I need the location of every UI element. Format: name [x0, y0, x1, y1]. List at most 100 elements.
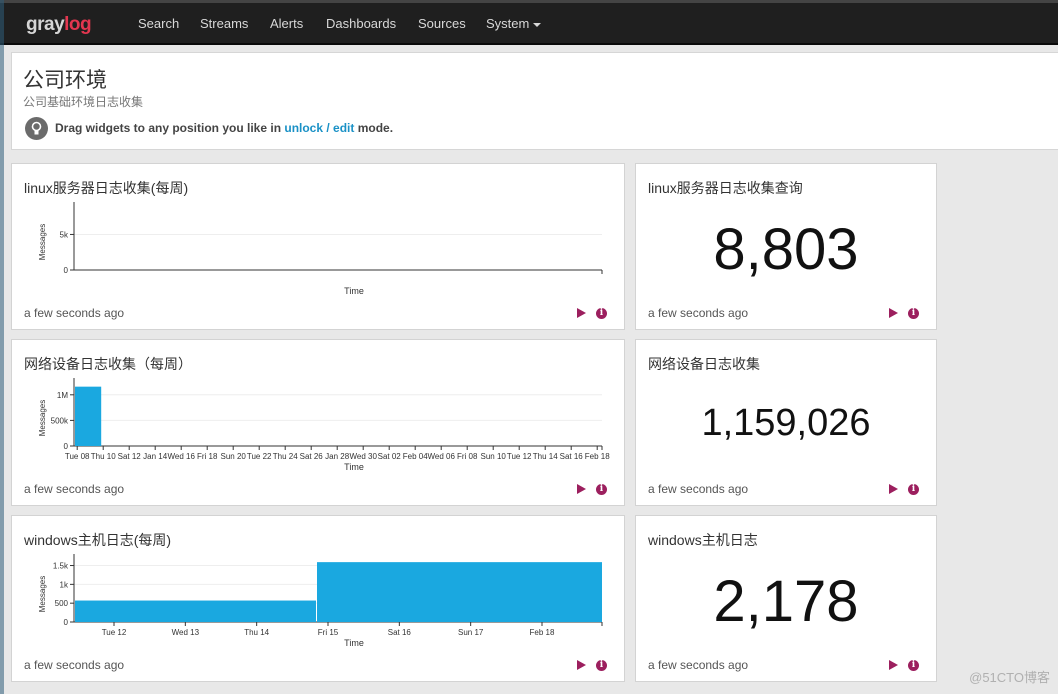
y-tick-label: 1.5k [53, 562, 69, 571]
x-tick-label: Sat 16 [388, 628, 412, 637]
widget-updated-time: a few seconds ago [24, 658, 125, 672]
info-icon[interactable]: i [596, 660, 607, 671]
x-tick-label: Sat 12 [118, 452, 142, 461]
nav-system-label: System [486, 16, 530, 31]
x-tick-label: Feb 18 [530, 628, 555, 637]
nav-system[interactable]: System [486, 16, 542, 31]
x-axis-label: Time [344, 462, 364, 472]
x-tick-label: Wed 30 [349, 452, 377, 461]
widget-updated-time: a few seconds ago [24, 306, 125, 320]
x-tick-label: Sun 10 [481, 452, 507, 461]
info-icon[interactable]: i [908, 308, 919, 319]
widget-network-count[interactable]: 网络设备日志收集 1,159,026 a few seconds ago i [635, 339, 937, 506]
widget-title: linux服务器日志收集(每周) [24, 180, 189, 196]
x-tick-label: Thu 10 [91, 452, 116, 461]
info-icon[interactable]: i [596, 484, 607, 495]
widget-title: 网络设备日志收集 [648, 356, 760, 372]
widget-windows-count[interactable]: windows主机日志 2,178 a few seconds ago i [635, 515, 937, 682]
y-tick-label: 500k [51, 416, 69, 425]
x-tick-label: Tue 22 [247, 452, 272, 461]
play-icon[interactable] [889, 484, 898, 494]
lightbulb-icon [25, 117, 48, 140]
info-icon[interactable]: i [908, 484, 919, 495]
widget-windows-weekly[interactable]: windows主机日志(每周) 0 500 1k 1.5k Time Messages Tu… [11, 515, 625, 682]
count-value: 1,159,026 [701, 402, 871, 444]
caret-down-icon [533, 22, 542, 27]
play-icon[interactable] [889, 660, 898, 670]
widget-title: windows主机日志 [648, 532, 758, 548]
x-axis-label: Time [344, 286, 364, 296]
window-edge [0, 0, 4, 694]
y-tick-label: 500 [55, 599, 69, 608]
histogram-chart: 0500k1MTimeMessagesTue 08 Thu 10 Sat 12 Jan… [38, 378, 610, 472]
x-tick-label: Feb 18 [585, 452, 610, 461]
x-tick-label: Tue 12 [102, 628, 127, 637]
hint-prefix: Drag widgets to any position you like in [55, 121, 285, 135]
watermark: @51CTO博客 [969, 670, 1050, 685]
x-tick-label: Jan 28 [325, 452, 350, 461]
histogram-chart: 0 5k Time Messages [38, 202, 603, 296]
y-tick-label: 0 [64, 442, 69, 451]
page-subtitle: 公司基础环境日志收集 [23, 95, 144, 109]
y-axis-label: Messages [38, 576, 47, 612]
x-tick-label: Thu 14 [244, 628, 269, 637]
info-icon[interactable]: i [908, 660, 919, 671]
y-tick-label: 5k [60, 230, 69, 239]
play-icon[interactable] [889, 308, 898, 318]
nav-alerts[interactable]: Alerts [270, 16, 303, 31]
play-icon[interactable] [577, 484, 586, 494]
x-tick-label: Wed 16 [167, 452, 195, 461]
widget-updated-time: a few seconds ago [648, 482, 749, 496]
y-axis-label: Messages [38, 400, 47, 436]
x-tick-label: Tue 12 [507, 452, 532, 461]
x-tick-label: Jan 14 [143, 452, 168, 461]
nav-search[interactable]: Search [138, 16, 179, 31]
top-navbar: graylog Search Streams Alerts Dashboards… [0, 0, 1058, 45]
histogram-chart: 0 500 1k 1.5k Time Messages Tue 12 Wed 13 Thu 14… [38, 554, 603, 648]
count-value: 2,178 [713, 569, 859, 634]
y-tick-label: 0 [64, 618, 69, 627]
x-tick-label: Fri 15 [318, 628, 339, 637]
page-title: 公司环境 [23, 69, 107, 92]
x-tick-label: Thu 24 [273, 452, 298, 461]
x-tick-label: Thu 14 [533, 452, 558, 461]
hint-suffix: mode. [354, 121, 394, 135]
info-icon[interactable]: i [596, 308, 607, 319]
x-tick-label: Sat 02 [378, 452, 402, 461]
x-tick-label: Feb 04 [403, 452, 428, 461]
unlock-edit-link[interactable]: unlock / edit [284, 121, 354, 135]
x-tick-label: Sun 17 [458, 628, 484, 637]
y-tick-label: 0 [64, 266, 69, 275]
nav-streams[interactable]: Streams [200, 16, 248, 31]
widget-updated-time: a few seconds ago [24, 482, 125, 496]
area-segment [317, 562, 602, 622]
widget-title: linux服务器日志收集查询 [648, 180, 803, 196]
x-tick-label: Fri 18 [197, 452, 218, 461]
logo-text-gray: gray [26, 14, 65, 35]
dashboard-header: 公司环境 公司基础环境日志收集 Drag widgets to any posi… [11, 52, 1058, 150]
x-tick-label: Fri 08 [457, 452, 478, 461]
y-axis-label: Messages [38, 224, 47, 260]
nav-dashboards[interactable]: Dashboards [326, 16, 396, 31]
histogram-bar [75, 386, 102, 446]
widget-updated-time: a few seconds ago [648, 658, 749, 672]
widget-updated-time: a few seconds ago [648, 306, 749, 320]
x-tick-label: Wed 06 [427, 452, 455, 461]
y-tick-label: 1M [57, 391, 68, 400]
play-icon[interactable] [577, 308, 586, 318]
edit-mode-hint: Drag widgets to any position you like in… [55, 121, 393, 135]
count-value: 8,803 [713, 217, 859, 282]
widget-network-weekly[interactable]: 网络设备日志收集（每周） 0 500k 1M Time Messages Tue 08 Th… [11, 339, 625, 506]
widget-linux-count[interactable]: linux服务器日志收集查询 8,803 a few seconds ago i [635, 163, 937, 330]
x-tick-label: Tue 08 [65, 452, 90, 461]
graylog-logo[interactable]: graylog [26, 14, 92, 36]
widget-title: windows主机日志(每周) [24, 532, 172, 548]
nav-sources[interactable]: Sources [418, 16, 466, 31]
widget-title: 网络设备日志收集（每周） [24, 356, 192, 372]
play-icon[interactable] [577, 660, 586, 670]
logo-text-log: log [64, 14, 92, 35]
widget-linux-weekly[interactable]: linux服务器日志收集(每周) 0 5k Time Messages a few s… [11, 163, 625, 330]
area-segment [75, 600, 316, 622]
x-axis-label: Time [344, 638, 364, 648]
x-tick-label: Sun 20 [221, 452, 247, 461]
